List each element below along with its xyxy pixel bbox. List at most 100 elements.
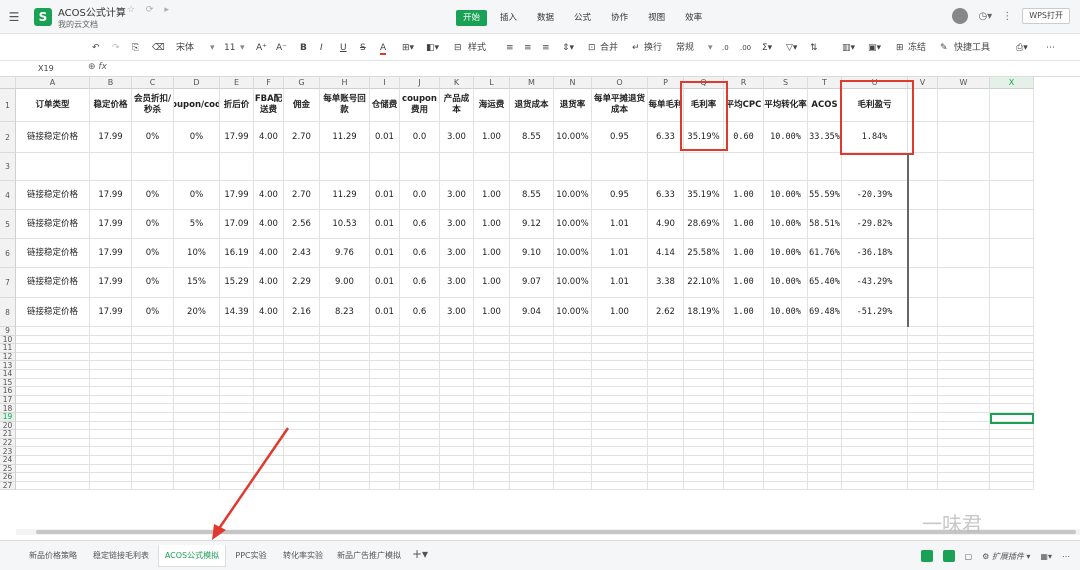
grid-cell[interactable] [400, 464, 440, 474]
grid-cell[interactable] [370, 153, 400, 181]
grid-cell[interactable] [90, 481, 132, 491]
grid-cell[interactable] [510, 344, 554, 353]
formula-input[interactable] [116, 63, 1076, 75]
chevron-down-icon[interactable]: ▾ [708, 41, 713, 55]
grid-cell[interactable] [474, 421, 510, 431]
grid-cell[interactable] [908, 438, 938, 448]
grid-cell[interactable] [648, 370, 684, 379]
grid-cell[interactable] [16, 464, 90, 474]
grid-cell[interactable] [938, 268, 990, 298]
data-cell[interactable]: 9.12 [510, 210, 554, 239]
header-cell[interactable]: 仓储费 [370, 89, 400, 122]
menu-tab[interactable]: 插入 [493, 10, 524, 26]
grid-cell[interactable] [440, 421, 474, 431]
grid-cell[interactable] [990, 378, 1034, 388]
grid-cell[interactable] [174, 153, 220, 181]
merge-icon[interactable]: ⊡ [588, 41, 596, 55]
grid-cell[interactable] [990, 352, 1034, 362]
data-cell[interactable]: 3.00 [440, 210, 474, 239]
grid-cell[interactable] [808, 413, 842, 422]
grid-cell[interactable] [400, 413, 440, 422]
grid-cell[interactable] [938, 430, 990, 439]
grid-cell[interactable] [592, 404, 648, 413]
grid-cell[interactable] [440, 352, 474, 362]
column-header[interactable]: G [284, 77, 320, 89]
grid-cell[interactable] [254, 481, 284, 491]
grid-cell[interactable] [648, 438, 684, 448]
data-cell[interactable]: 0% [132, 181, 174, 210]
grid-cell[interactable] [320, 378, 370, 388]
grid-cell[interactable] [16, 421, 90, 431]
data-cell[interactable]: 33.35% [808, 122, 842, 153]
grid-cell[interactable] [474, 438, 510, 448]
data-cell[interactable]: -29.82% [842, 210, 908, 239]
grid-cell[interactable] [400, 430, 440, 439]
data-cell[interactable]: 10.00% [554, 210, 592, 239]
vertical-align-icon[interactable]: ⇕▾ [562, 41, 574, 55]
grid-cell[interactable] [370, 344, 400, 353]
grid-cell[interactable] [440, 464, 474, 474]
grid-cell[interactable] [474, 153, 510, 181]
grid-cell[interactable] [724, 481, 764, 491]
grid-cell[interactable] [684, 361, 724, 370]
quick-tools-icon[interactable]: ✎ [940, 41, 948, 55]
grid-cell[interactable] [440, 361, 474, 370]
font-name-select[interactable]: 宋体 [176, 41, 194, 55]
grid-cell[interactable] [648, 456, 684, 465]
redo-icon[interactable]: ↷ [112, 41, 120, 55]
grid-cell[interactable] [474, 404, 510, 413]
data-cell[interactable]: 1.00 [724, 181, 764, 210]
sheet-tab[interactable]: 新品价格策略 [22, 545, 84, 567]
data-cell[interactable]: 链接稳定价格 [16, 210, 90, 239]
column-header[interactable]: E [220, 77, 254, 89]
row-header[interactable]: 4 [0, 181, 16, 210]
data-cell[interactable]: 4.14 [648, 239, 684, 268]
grid-cell[interactable] [220, 413, 254, 422]
grid-cell[interactable] [284, 153, 320, 181]
sort-icon[interactable]: ⇅ [810, 41, 818, 55]
grid-cell[interactable] [908, 378, 938, 388]
data-cell[interactable]: -36.18% [842, 239, 908, 268]
grid-cell[interactable] [474, 413, 510, 422]
sheet-tab[interactable]: 转化率实验 [276, 545, 330, 567]
avatar[interactable] [952, 8, 969, 24]
grid-cell[interactable] [764, 153, 808, 181]
grid-cell[interactable] [132, 387, 174, 396]
grid-cell[interactable] [254, 430, 284, 439]
grid-cell[interactable] [842, 344, 908, 353]
data-cell[interactable]: 0.6 [400, 239, 440, 268]
grid-cell[interactable] [474, 481, 510, 491]
grid-cell[interactable] [220, 344, 254, 353]
grid-cell[interactable] [132, 456, 174, 465]
grid-cell[interactable] [592, 352, 648, 362]
grid-cell[interactable] [16, 378, 90, 388]
grid-cell[interactable] [132, 404, 174, 413]
data-cell[interactable]: 0.01 [370, 210, 400, 239]
table-style-icon[interactable]: ⊟ [454, 41, 462, 55]
grid-cell[interactable] [284, 335, 320, 345]
sheet-tab[interactable]: PPC实验 [228, 545, 274, 567]
grid-cell[interactable] [684, 456, 724, 465]
header-cell[interactable]: 平均转化率 [764, 89, 808, 122]
grid-cell[interactable] [254, 438, 284, 448]
grid-cell[interactable] [842, 447, 908, 456]
grid-cell[interactable] [554, 344, 592, 353]
grid-cell[interactable] [220, 404, 254, 413]
grid-cell[interactable] [320, 370, 370, 379]
grid-cell[interactable] [684, 464, 724, 474]
grid-cell[interactable] [648, 153, 684, 181]
grid-cell[interactable] [908, 464, 938, 474]
data-cell[interactable]: 10.00% [554, 239, 592, 268]
grid-cell[interactable] [90, 404, 132, 413]
font-size-select[interactable]: 11 [224, 41, 235, 55]
data-cell[interactable]: 9.07 [510, 268, 554, 298]
grid-cell[interactable] [908, 395, 938, 405]
column-header[interactable]: S [764, 77, 808, 89]
grid-cell[interactable] [370, 456, 400, 465]
grid-cell[interactable] [554, 370, 592, 379]
grid-cell[interactable] [16, 438, 90, 448]
data-cell[interactable]: 链接稳定价格 [16, 122, 90, 153]
grid-cell[interactable] [16, 153, 90, 181]
data-cell[interactable]: 4.00 [254, 239, 284, 268]
grid-cell[interactable] [554, 387, 592, 396]
